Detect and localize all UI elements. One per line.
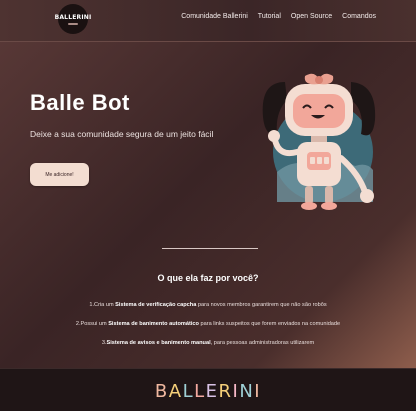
feature-2-prefix: 2.Possui um: [75, 321, 109, 327]
nav-link-comunidade[interactable]: Comunidade Ballerini: [181, 13, 248, 20]
chest-button-1: [310, 157, 315, 164]
feature-1-suffix: para novos membros garantirem que não sã…: [196, 302, 327, 308]
features-title: O que ela faz por você?: [157, 273, 259, 283]
robot-mascot-illustration: [262, 73, 376, 210]
feature-1-highlight: Sistema de verificação capcha: [115, 302, 197, 308]
footer-brand-letter: L: [194, 381, 206, 402]
robot-left-foot: [301, 202, 317, 210]
robot-left-hand: [268, 130, 280, 142]
hair-bow-knot: [315, 76, 323, 84]
feature-item-2: 2.Possui um Sistema de banimento automát…: [0, 321, 416, 327]
add-bot-button[interactable]: Me adicione!: [30, 163, 89, 186]
logo[interactable]: BALLERINI: [55, 4, 91, 34]
feature-item-1: 1.Cria um Sistema de verificação capcha …: [0, 302, 416, 308]
nav-link-open-source[interactable]: Open Source: [291, 13, 332, 20]
footer-brand-letter: L: [182, 381, 195, 402]
robot-right-foot: [321, 202, 337, 210]
robot-left-leg: [305, 186, 313, 204]
footer-brand-letter: N: [239, 381, 255, 402]
logo-underline: [68, 22, 78, 25]
page-background: BALLERINI Comunidade Ballerini Tutorial …: [0, 0, 416, 411]
logo-text: BALLERINI: [54, 13, 92, 21]
footer-brand-letter: B: [154, 381, 169, 402]
section-divider: [162, 248, 258, 249]
chest-button-2: [317, 157, 322, 164]
robot-right-hand: [360, 189, 374, 203]
footer-brand-letter: E: [205, 381, 219, 402]
navbar: BALLERINI Comunidade Ballerini Tutorial …: [0, 0, 416, 42]
nav-link-tutorial[interactable]: Tutorial: [258, 13, 281, 20]
feature-2-suffix: para links suspeitos que forem enviados …: [198, 321, 341, 327]
feature-3-suffix: , para pessoas administradoras utilizare…: [210, 340, 315, 346]
robot-right-leg: [325, 186, 333, 204]
feature-3-highlight: Sistema de avisos e banimento manual: [106, 340, 211, 346]
feature-item-3: 3.Sistema de avisos e banimento manual, …: [0, 340, 416, 346]
feature-1-prefix: 1.Cria um: [89, 302, 116, 308]
nav-link-comandos[interactable]: Comandos: [342, 13, 376, 20]
feature-2-highlight: Sistema de banimento automático: [108, 321, 199, 327]
hero-title: Balle Bot: [30, 90, 130, 115]
chest-button-3: [324, 157, 329, 164]
footer-brand-letter: R: [218, 381, 233, 402]
hero-subtitle: Deixe a sua comunidade segura de um jeit…: [30, 129, 214, 139]
robot-face: [293, 94, 345, 128]
nav-links: Comunidade Ballerini Tutorial Open Sourc…: [181, 13, 376, 20]
footer-brand-logo: BALLERINI: [0, 381, 416, 402]
footer-brand-letter: I: [254, 381, 262, 402]
footer-brand-letter: A: [168, 381, 183, 402]
